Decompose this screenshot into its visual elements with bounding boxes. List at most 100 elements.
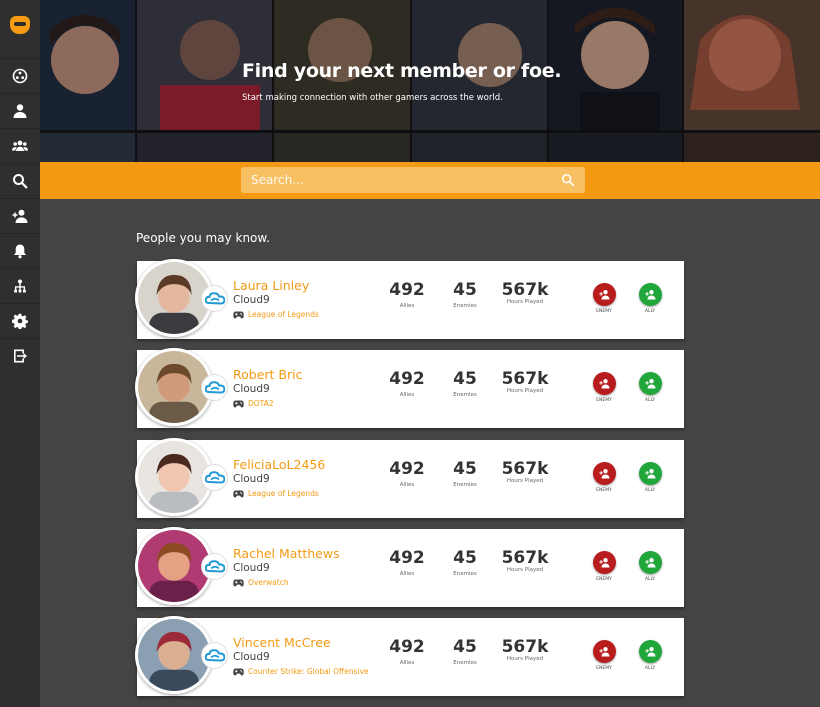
- user-icon: [13, 104, 27, 118]
- person-name[interactable]: Rachel Matthews: [233, 546, 340, 561]
- enemies-stat: 45 Enemies: [445, 458, 485, 490]
- enemy-action: ENEMY: [589, 283, 619, 314]
- enemies-stat: 45 Enemies: [445, 368, 485, 400]
- sidebar-item-hierarchy[interactable]: [0, 268, 40, 303]
- bell-icon: [14, 244, 26, 259]
- allies-stat: 492 Allies: [385, 636, 429, 668]
- search-input[interactable]: [251, 167, 551, 193]
- avatar-photo: [138, 530, 210, 602]
- hours-stat: 567k Hours Played: [499, 368, 551, 396]
- enemies-count: 45: [453, 548, 477, 568]
- team-badge: [201, 464, 228, 491]
- app-logo[interactable]: [0, 0, 40, 50]
- person-name[interactable]: FeliciaLoL2456: [233, 457, 325, 472]
- add-enemy-button[interactable]: [592, 640, 616, 663]
- enemy-label: ENEMY: [596, 488, 612, 493]
- allies-label: Allies: [399, 660, 415, 666]
- team-badge: [201, 285, 228, 312]
- add-ally-button[interactable]: [638, 283, 662, 306]
- add-ally-button[interactable]: [638, 640, 662, 663]
- enemies-stat: 45 Enemies: [445, 279, 485, 311]
- cloud9-logo-icon: [204, 470, 225, 484]
- allies-stat: 492 Allies: [385, 458, 429, 490]
- search-icon[interactable]: [561, 173, 575, 187]
- sidebar-item-profile[interactable]: [0, 93, 40, 128]
- sidebar-item-logout[interactable]: [0, 338, 40, 373]
- enemy-action: ENEMY: [589, 372, 619, 403]
- add-enemy-icon: [598, 290, 609, 300]
- sidebar-item-dashboard[interactable]: [0, 58, 40, 93]
- hero-banner: Find your next member or foe. Start maki…: [40, 0, 820, 162]
- ally-action: ALLY: [635, 462, 665, 493]
- person-game: Counter Strike: Global Offensive: [233, 667, 369, 676]
- person-team: Cloud9: [233, 383, 270, 395]
- hero-title: Find your next member or foe.: [242, 60, 562, 82]
- sidebar-item-add-user[interactable]: [0, 198, 40, 233]
- search-icon: [13, 174, 28, 189]
- allies-label: Allies: [399, 482, 415, 488]
- sidebar-item-groups[interactable]: [0, 128, 40, 163]
- sidebar-item-notifications[interactable]: [0, 233, 40, 268]
- gamepad-icon: [233, 490, 244, 497]
- add-ally-button[interactable]: [638, 551, 662, 574]
- add-ally-button[interactable]: [638, 372, 662, 395]
- person-name[interactable]: Laura Linley: [233, 278, 309, 293]
- person-team: Cloud9: [233, 562, 270, 574]
- cloud9-logo-icon: [204, 648, 225, 662]
- person-team: Cloud9: [233, 473, 270, 485]
- add-enemy-button[interactable]: [592, 551, 616, 574]
- sidebar-item-search[interactable]: [0, 163, 40, 198]
- enemies-label: Enemies: [453, 482, 477, 488]
- avatar-photo: [138, 262, 210, 334]
- person-game: League of Legends: [233, 310, 319, 319]
- cloud9-logo-icon: [204, 559, 225, 573]
- allies-count: 492: [389, 369, 425, 389]
- add-enemy-button[interactable]: [592, 462, 616, 485]
- allies-count: 492: [389, 637, 425, 657]
- ally-label: ALLY: [644, 577, 656, 582]
- game-label: League of Legends: [248, 310, 319, 319]
- ally-label: ALLY: [644, 488, 656, 493]
- gear-icon: [12, 313, 28, 329]
- enemies-label: Enemies: [453, 392, 477, 398]
- hierarchy-icon: [14, 279, 26, 293]
- group-icon: [12, 140, 28, 151]
- game-label: League of Legends: [248, 489, 319, 498]
- game-label: Counter Strike: Global Offensive: [248, 667, 369, 676]
- ally-action: ALLY: [635, 372, 665, 403]
- person-card: Robert Bric Cloud9 DOTA2 492 Allies 45 E…: [135, 348, 684, 428]
- gamepad-icon: [233, 579, 244, 586]
- enemies-label: Enemies: [453, 571, 477, 577]
- add-ally-button[interactable]: [638, 462, 662, 485]
- team-badge: [201, 553, 228, 580]
- ally-action: ALLY: [635, 283, 665, 314]
- team-badge: [201, 374, 228, 401]
- sidebar-item-settings[interactable]: [0, 303, 40, 338]
- hero-subtitle: Start making connection with other gamer…: [242, 93, 503, 103]
- add-enemy-button[interactable]: [592, 283, 616, 306]
- avatar-photo: [138, 441, 210, 513]
- team-badge: [201, 642, 228, 669]
- add-enemy-icon: [598, 647, 609, 657]
- add-enemy-button[interactable]: [592, 372, 616, 395]
- person-name[interactable]: Robert Bric: [233, 367, 302, 382]
- add-ally-icon: [644, 469, 655, 479]
- person-name[interactable]: Vincent McCree: [233, 635, 331, 650]
- enemy-action: ENEMY: [589, 640, 619, 671]
- avatar-photo: [138, 619, 210, 691]
- enemy-label: ENEMY: [596, 666, 612, 671]
- enemy-label: ENEMY: [596, 309, 612, 314]
- add-user-icon: [12, 209, 28, 223]
- person-game: League of Legends: [233, 489, 319, 498]
- enemies-count: 45: [453, 280, 477, 300]
- allies-label: Allies: [399, 303, 415, 309]
- add-enemy-icon: [598, 469, 609, 479]
- enemies-count: 45: [453, 369, 477, 389]
- hours-stat: 567k Hours Played: [499, 547, 551, 575]
- ally-action: ALLY: [635, 551, 665, 582]
- cloud9-logo-icon: [204, 291, 225, 305]
- add-ally-icon: [644, 379, 655, 389]
- game-label: DOTA2: [248, 399, 274, 408]
- gamepad-icon: [233, 668, 244, 675]
- enemies-label: Enemies: [453, 660, 477, 666]
